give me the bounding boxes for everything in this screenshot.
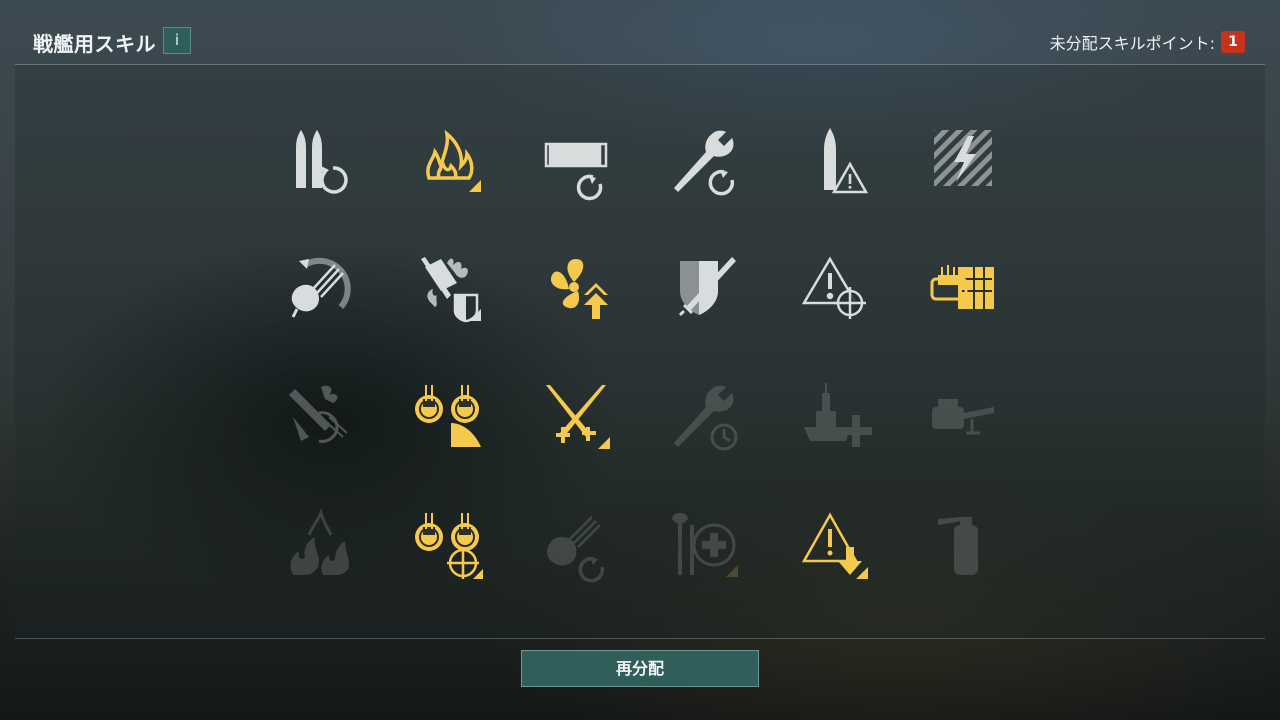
skill-wrench-reload[interactable] <box>666 122 746 202</box>
skill-aa-guns-range[interactable] <box>411 377 491 457</box>
reload-shells-icon <box>296 130 348 194</box>
skill-fire-extinguisher[interactable] <box>922 505 1002 585</box>
skill-turret-traverse[interactable] <box>279 249 359 329</box>
crossed-swords-icon <box>546 385 610 449</box>
torpedo-reload-icon <box>544 142 608 201</box>
fire-flood-icon <box>290 507 349 575</box>
skill-shield-sword[interactable] <box>666 249 746 329</box>
turret-reload-icon <box>546 516 605 583</box>
shell-warning-icon <box>824 128 869 194</box>
fire-extinguisher-icon <box>938 517 978 575</box>
turret-traverse-icon <box>291 257 351 318</box>
skill-aa-guns-crosshair[interactable] <box>411 505 491 585</box>
warning-crosshair-icon <box>801 256 866 319</box>
warning-down-icon <box>801 512 868 579</box>
skill-turret-reload[interactable] <box>538 505 618 585</box>
aa-guns-crosshair-icon <box>415 513 483 579</box>
ship-heal-icon <box>804 383 872 447</box>
skill-secondary-battery[interactable] <box>922 249 1002 329</box>
shield-sword-icon <box>678 257 736 317</box>
aa-guns-range-icon <box>415 385 481 447</box>
skill-warning-crosshair[interactable] <box>794 249 874 329</box>
skill-ship-heal[interactable] <box>794 377 874 457</box>
wrench-reload-icon <box>674 130 735 196</box>
skill-crossed-swords[interactable] <box>538 377 618 457</box>
skill-grid <box>0 0 1280 720</box>
skill-fire-flood[interactable] <box>279 505 359 585</box>
skill-fire-resistance[interactable] <box>411 249 491 329</box>
lightning-hazard-icon <box>934 130 992 186</box>
fire-resistance-icon <box>421 257 481 323</box>
skill-torpedo-reload[interactable] <box>538 122 618 202</box>
redistribute-button[interactable]: 再分配 <box>521 650 759 687</box>
skill-lightning-hazard[interactable] <box>922 122 1002 202</box>
skill-repair-heal[interactable] <box>666 505 746 585</box>
skill-secondary-gun[interactable] <box>922 377 1002 457</box>
flooding-fire-icon <box>289 385 348 443</box>
secondary-battery-icon <box>930 265 994 309</box>
skill-fire[interactable] <box>411 122 491 202</box>
skill-shell-warning[interactable] <box>794 122 874 202</box>
fire-icon <box>426 129 481 192</box>
repair-heal-icon <box>672 513 738 577</box>
skill-wrench-timer[interactable] <box>666 377 746 457</box>
secondary-gun-icon <box>932 399 994 435</box>
wrench-timer-icon <box>674 385 738 451</box>
propeller-boost-icon <box>550 259 608 319</box>
skill-flooding-fire[interactable] <box>279 377 359 457</box>
skill-propeller-boost[interactable] <box>538 249 618 329</box>
skill-reload-shells[interactable] <box>283 122 363 202</box>
skill-warning-down[interactable] <box>794 505 874 585</box>
